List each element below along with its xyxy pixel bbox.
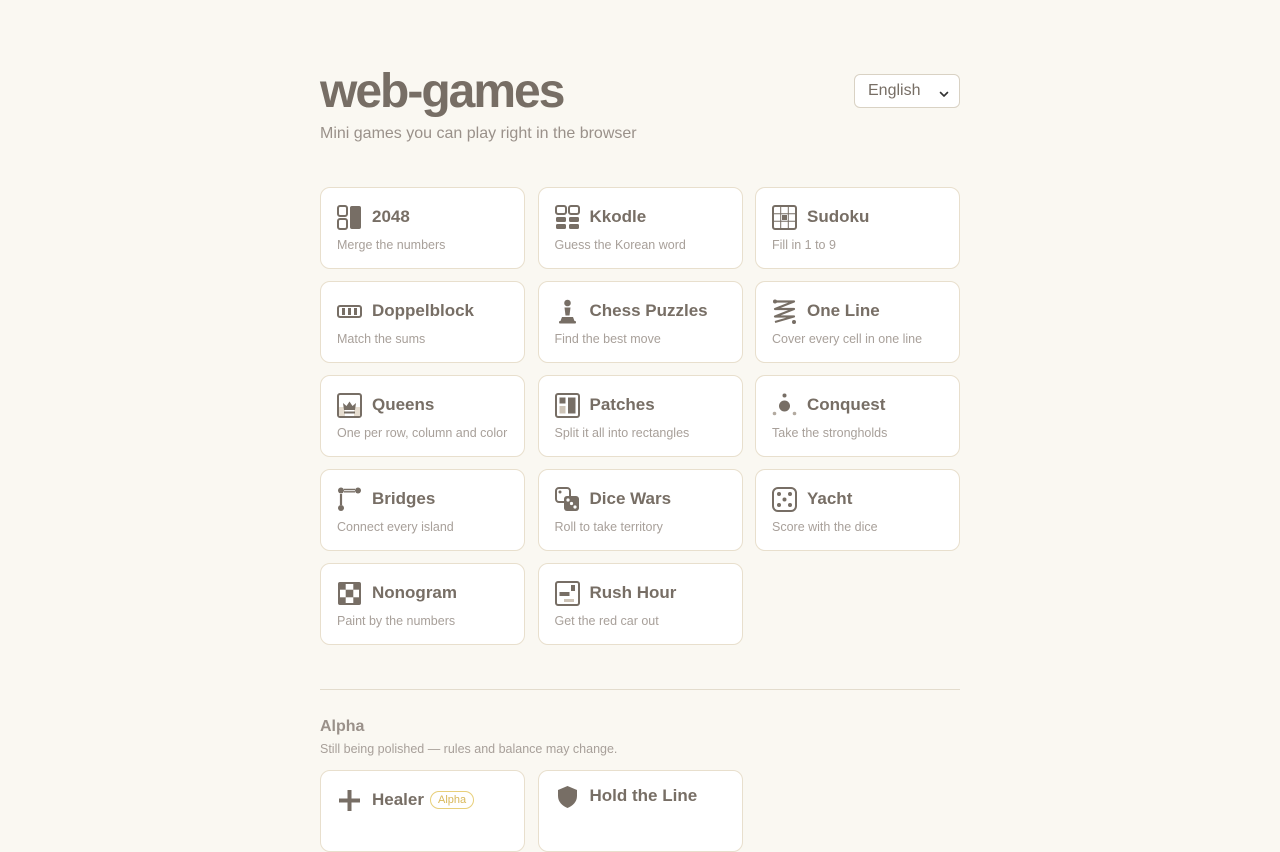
game-name: 2048 bbox=[372, 207, 410, 226]
tiles-icon bbox=[337, 204, 362, 230]
game-card-2048[interactable]: 2048 Merge the numbers bbox=[320, 187, 525, 269]
page: web-games Mini games you can play right … bbox=[320, 0, 960, 852]
language-select-value: English bbox=[868, 82, 921, 99]
game-name: Patches bbox=[589, 395, 655, 414]
rectangles-icon bbox=[554, 392, 580, 418]
game-card-bridges[interactable]: Bridges Connect every island bbox=[320, 469, 525, 551]
game-description: Match the sums bbox=[337, 332, 426, 346]
game-name: Queens bbox=[372, 395, 435, 414]
header: web-games Mini games you can play right … bbox=[320, 0, 960, 187]
game-card-nonogram[interactable]: Nonogram Paint by the numbers bbox=[320, 563, 525, 645]
game-name: Healer bbox=[372, 790, 424, 809]
game-description: Split it all into rectangles bbox=[554, 426, 690, 440]
zigzag-icon bbox=[772, 299, 797, 324]
game-card-queens[interactable]: Queens One per row, column and color bbox=[320, 375, 525, 457]
crown-icon bbox=[337, 392, 362, 418]
checker-icon bbox=[337, 581, 362, 606]
game-card-rush-hour[interactable]: Rush Hour Get the red car out bbox=[537, 563, 743, 645]
game-description: Fill in 1 to 9 bbox=[772, 238, 836, 252]
game-card-dice-wars[interactable]: Dice Wars Roll to take territory bbox=[537, 469, 743, 551]
chevron-down-icon bbox=[939, 86, 949, 97]
strip-icon bbox=[337, 299, 362, 324]
game-card-doppelblock[interactable]: Doppelblock Match the sums bbox=[320, 281, 525, 363]
game-card-kkodle[interactable]: Kkodle Guess the Korean word bbox=[537, 187, 743, 269]
game-description: Take the strongholds bbox=[772, 426, 888, 440]
game-name: Yacht bbox=[807, 489, 853, 508]
game-card-conquest[interactable]: Conquest Take the strongholds bbox=[755, 375, 960, 457]
section-divider bbox=[320, 689, 960, 690]
game-description: One per row, column and color bbox=[337, 426, 508, 440]
blocks-icon bbox=[554, 204, 580, 230]
language-select[interactable]: English bbox=[854, 74, 960, 108]
alpha-games-grid: Healer Alpha Hold the Line bbox=[320, 770, 960, 852]
bridge-icon bbox=[337, 487, 362, 512]
game-name: Doppelblock bbox=[372, 301, 475, 320]
game-name: Chess Puzzles bbox=[589, 301, 708, 320]
die-icon bbox=[772, 486, 797, 512]
game-name: Sudoku bbox=[807, 207, 870, 226]
game-description: Merge the numbers bbox=[337, 238, 446, 252]
dice-pair-icon bbox=[554, 486, 580, 512]
game-description: Guess the Korean word bbox=[554, 238, 686, 252]
game-name: One Line bbox=[807, 301, 880, 320]
game-description: Roll to take territory bbox=[554, 520, 663, 534]
game-card-chess-puzzles[interactable]: Chess Puzzles Find the best move bbox=[537, 281, 743, 363]
game-name: Rush Hour bbox=[589, 583, 677, 602]
car-grid-icon bbox=[554, 580, 580, 606]
game-name: Bridges bbox=[372, 489, 436, 508]
page-title: web-games bbox=[320, 65, 565, 118]
game-card-yacht[interactable]: Yacht Score with the dice bbox=[755, 469, 960, 551]
game-name: Hold the Line bbox=[589, 786, 698, 805]
game-card-hold-the-line[interactable]: Hold the Line bbox=[537, 770, 743, 852]
alpha-section-title: Alpha bbox=[320, 718, 365, 735]
alpha-badge: Alpha bbox=[429, 791, 475, 809]
game-description: Connect every island bbox=[337, 520, 454, 534]
game-name: Dice Wars bbox=[589, 489, 672, 508]
game-name: Conquest bbox=[807, 395, 886, 414]
game-card-healer[interactable]: Healer Alpha bbox=[320, 770, 525, 852]
nodes-icon bbox=[772, 393, 797, 418]
page-subtitle: Mini games you can play right in the bro… bbox=[320, 125, 637, 142]
pawn-icon bbox=[555, 299, 580, 324]
grid-icon bbox=[772, 204, 797, 230]
game-card-sudoku[interactable]: Sudoku Fill in 1 to 9 bbox=[755, 187, 960, 269]
plus-icon bbox=[337, 788, 362, 813]
game-name: Nonogram bbox=[372, 583, 457, 602]
game-description: Find the best move bbox=[554, 332, 661, 346]
game-description: Get the red car out bbox=[554, 614, 659, 628]
game-name: Kkodle bbox=[589, 207, 647, 226]
game-description: Paint by the numbers bbox=[337, 614, 456, 628]
game-description: Score with the dice bbox=[772, 520, 878, 534]
alpha-section-subtitle: Still being polished — rules and balance… bbox=[320, 742, 618, 756]
shield-icon bbox=[555, 784, 580, 809]
game-description: Cover every cell in one line bbox=[772, 332, 923, 346]
games-grid: 2048 Merge the numbers Kkodle Guess the … bbox=[320, 187, 960, 645]
game-card-one-line[interactable]: One Line Cover every cell in one line bbox=[755, 281, 960, 363]
game-card-patches[interactable]: Patches Split it all into rectangles bbox=[537, 375, 743, 457]
